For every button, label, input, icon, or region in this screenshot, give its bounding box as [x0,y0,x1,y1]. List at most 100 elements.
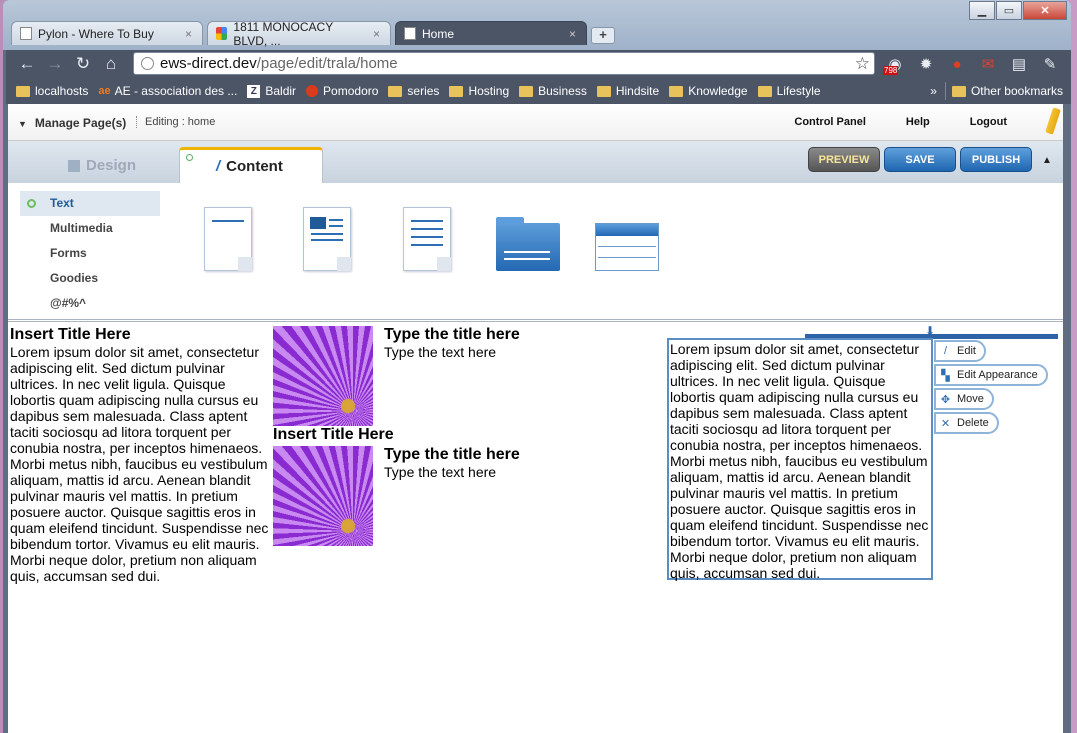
line-glyph [212,220,244,222]
globe-icon [141,57,154,70]
widget-folder[interactable] [496,207,560,271]
line-glyph [311,233,343,235]
tab-design[interactable]: Design [68,157,136,174]
text-document-icon [204,207,252,271]
bookmark-baldir[interactable]: Z Baldir [247,84,296,98]
category-forms[interactable]: Forms [20,241,160,266]
close-window-button[interactable]: ✕ [1023,1,1067,20]
widget-image-text[interactable] [303,207,351,271]
mid-title[interactable]: Insert Title Here [273,426,394,444]
home-icon[interactable]: ⌂ [100,54,122,74]
other-bookmarks[interactable]: Other bookmarks [951,84,1063,98]
category-text[interactable]: Text [20,191,160,216]
edit-button[interactable]: / Edit [934,340,986,362]
flower-image[interactable] [273,446,373,546]
folder-icon [951,85,966,97]
bookmark-label: AE - association des ... [114,84,238,98]
edit-appearance-button[interactable]: ▚ Edit Appearance [934,364,1048,386]
new-tab-button[interactable]: + [591,27,615,44]
bookmark-label: Other bookmarks [970,84,1063,98]
control-panel-link[interactable]: Control Panel [794,116,866,128]
menu-row-glyph [598,236,656,247]
block-title: Type the title here [384,446,520,463]
folder-icon [388,85,403,97]
logout-link[interactable]: Logout [970,116,1007,128]
reload-icon[interactable]: ↻ [72,54,94,74]
address-bar[interactable]: ews-direct.dev/page/edit/trala/home ☆ [133,52,875,75]
widget-title-text[interactable] [204,207,252,271]
widget-menu[interactable] [595,207,659,271]
tab-close-icon[interactable]: × [365,27,380,41]
bookmark-label: Hosting [468,84,510,98]
manage-pages-menu[interactable]: ▼ Manage Page(s) [18,116,126,130]
category-symbols[interactable]: @#%^ [20,291,160,316]
editing-indicator: Editing : home [136,116,215,128]
tab-strip: Pylon - Where To Buy × 1811 MONOCACY BLV… [11,20,615,48]
bookmark-star-icon[interactable]: ☆ [855,54,870,74]
text-block-left[interactable]: Insert Title Here Lorem ipsum dolor sit … [10,326,272,584]
bookmark-label: series [407,84,440,98]
printer-icon[interactable]: ▤ [1006,53,1032,75]
bookmark-lifestyle[interactable]: Lifestyle [757,84,821,98]
rss-extension-icon[interactable]: ◉ 798 [882,53,908,75]
publish-button[interactable]: PUBLISH [960,147,1032,172]
preview-button[interactable]: PREVIEW [808,147,880,172]
bookmark-label: Hindsite [615,84,660,98]
delete-button[interactable]: ✕ Delete [934,412,999,434]
window-controls: ▁ ▭ ✕ [968,1,1067,20]
minimize-button[interactable]: ▁ [969,1,995,20]
tab-pylon[interactable]: Pylon - Where To Buy × [11,21,203,45]
block-text: Type the text here [384,344,497,360]
gear-extension-icon[interactable]: ✹ [913,53,939,75]
wrench-icon[interactable]: ✎ [1037,53,1063,75]
bookmarks-overflow-button[interactable]: » [930,84,937,98]
bookmark-series[interactable]: series [388,84,439,98]
design-icon [68,159,80,172]
image-text-block-2[interactable]: Type the title here Type the text here [384,446,520,480]
tab-content[interactable]: / Content [179,147,323,183]
ae-icon: ae [98,85,111,97]
tab-home[interactable]: Home × [395,21,587,45]
help-link[interactable]: Help [906,116,930,128]
bookmark-business[interactable]: Business [519,84,587,98]
line-glyph [411,236,443,238]
flower-image[interactable] [273,326,373,426]
bookmark-label: Business [538,84,587,98]
action-label: Edit Appearance [957,369,1038,381]
bookmark-hindsite[interactable]: Hindsite [596,84,660,98]
z-icon: Z [247,84,261,98]
forward-icon[interactable]: → [44,54,66,74]
bookmark-label: localhosts [35,84,89,98]
selected-text-block[interactable]: Lorem ipsum dolor sit amet, consectetur … [667,338,933,581]
tab-close-icon[interactable]: × [177,27,192,41]
back-icon[interactable]: ← [16,54,38,74]
pencil-icon[interactable] [1045,107,1061,135]
window-titlebar: ▁ ▭ ✕ Pylon - Where To Buy × 1811 MONOCA… [3,0,1071,50]
folder-icon [757,85,772,97]
line-glyph [329,225,343,227]
move-button[interactable]: ✥ Move [934,388,994,410]
category-goodies[interactable]: Goodies [20,266,160,291]
collapse-panel-icon[interactable]: ▲ [1042,155,1052,166]
category-multimedia[interactable]: Multimedia [20,216,160,241]
action-label: Delete [957,417,989,429]
bookmark-hosting[interactable]: Hosting [449,84,509,98]
bookmark-pomodoro[interactable]: Pomodoro [306,84,378,98]
gmail-icon[interactable]: ✉ [975,53,1001,75]
maximize-button[interactable]: ▭ [996,1,1022,20]
manage-label: Manage Page(s) [34,116,127,130]
tomato-icon [306,85,319,97]
tab-monocacy[interactable]: 1811 MONOCACY BLVD, ... × [207,20,391,48]
line-glyph [411,244,443,246]
pen-icon: / [216,158,221,175]
bookmark-ae[interactable]: ae AE - association des ... [98,84,237,98]
save-button[interactable]: SAVE [884,147,956,172]
menu-bar-glyph [596,224,658,236]
tab-close-icon[interactable]: × [561,27,576,41]
widget-paragraph[interactable] [403,207,451,271]
image-text-block-1[interactable]: Type the title here Type the text here [384,326,520,360]
bookmark-localhosts[interactable]: localhosts [16,84,88,98]
bookmark-knowledge[interactable]: Knowledge [669,84,748,98]
widget-panel: Text Multimedia Forms Goodies @#%^ [8,183,1063,322]
tomato-extension-icon[interactable]: ● [944,53,970,75]
